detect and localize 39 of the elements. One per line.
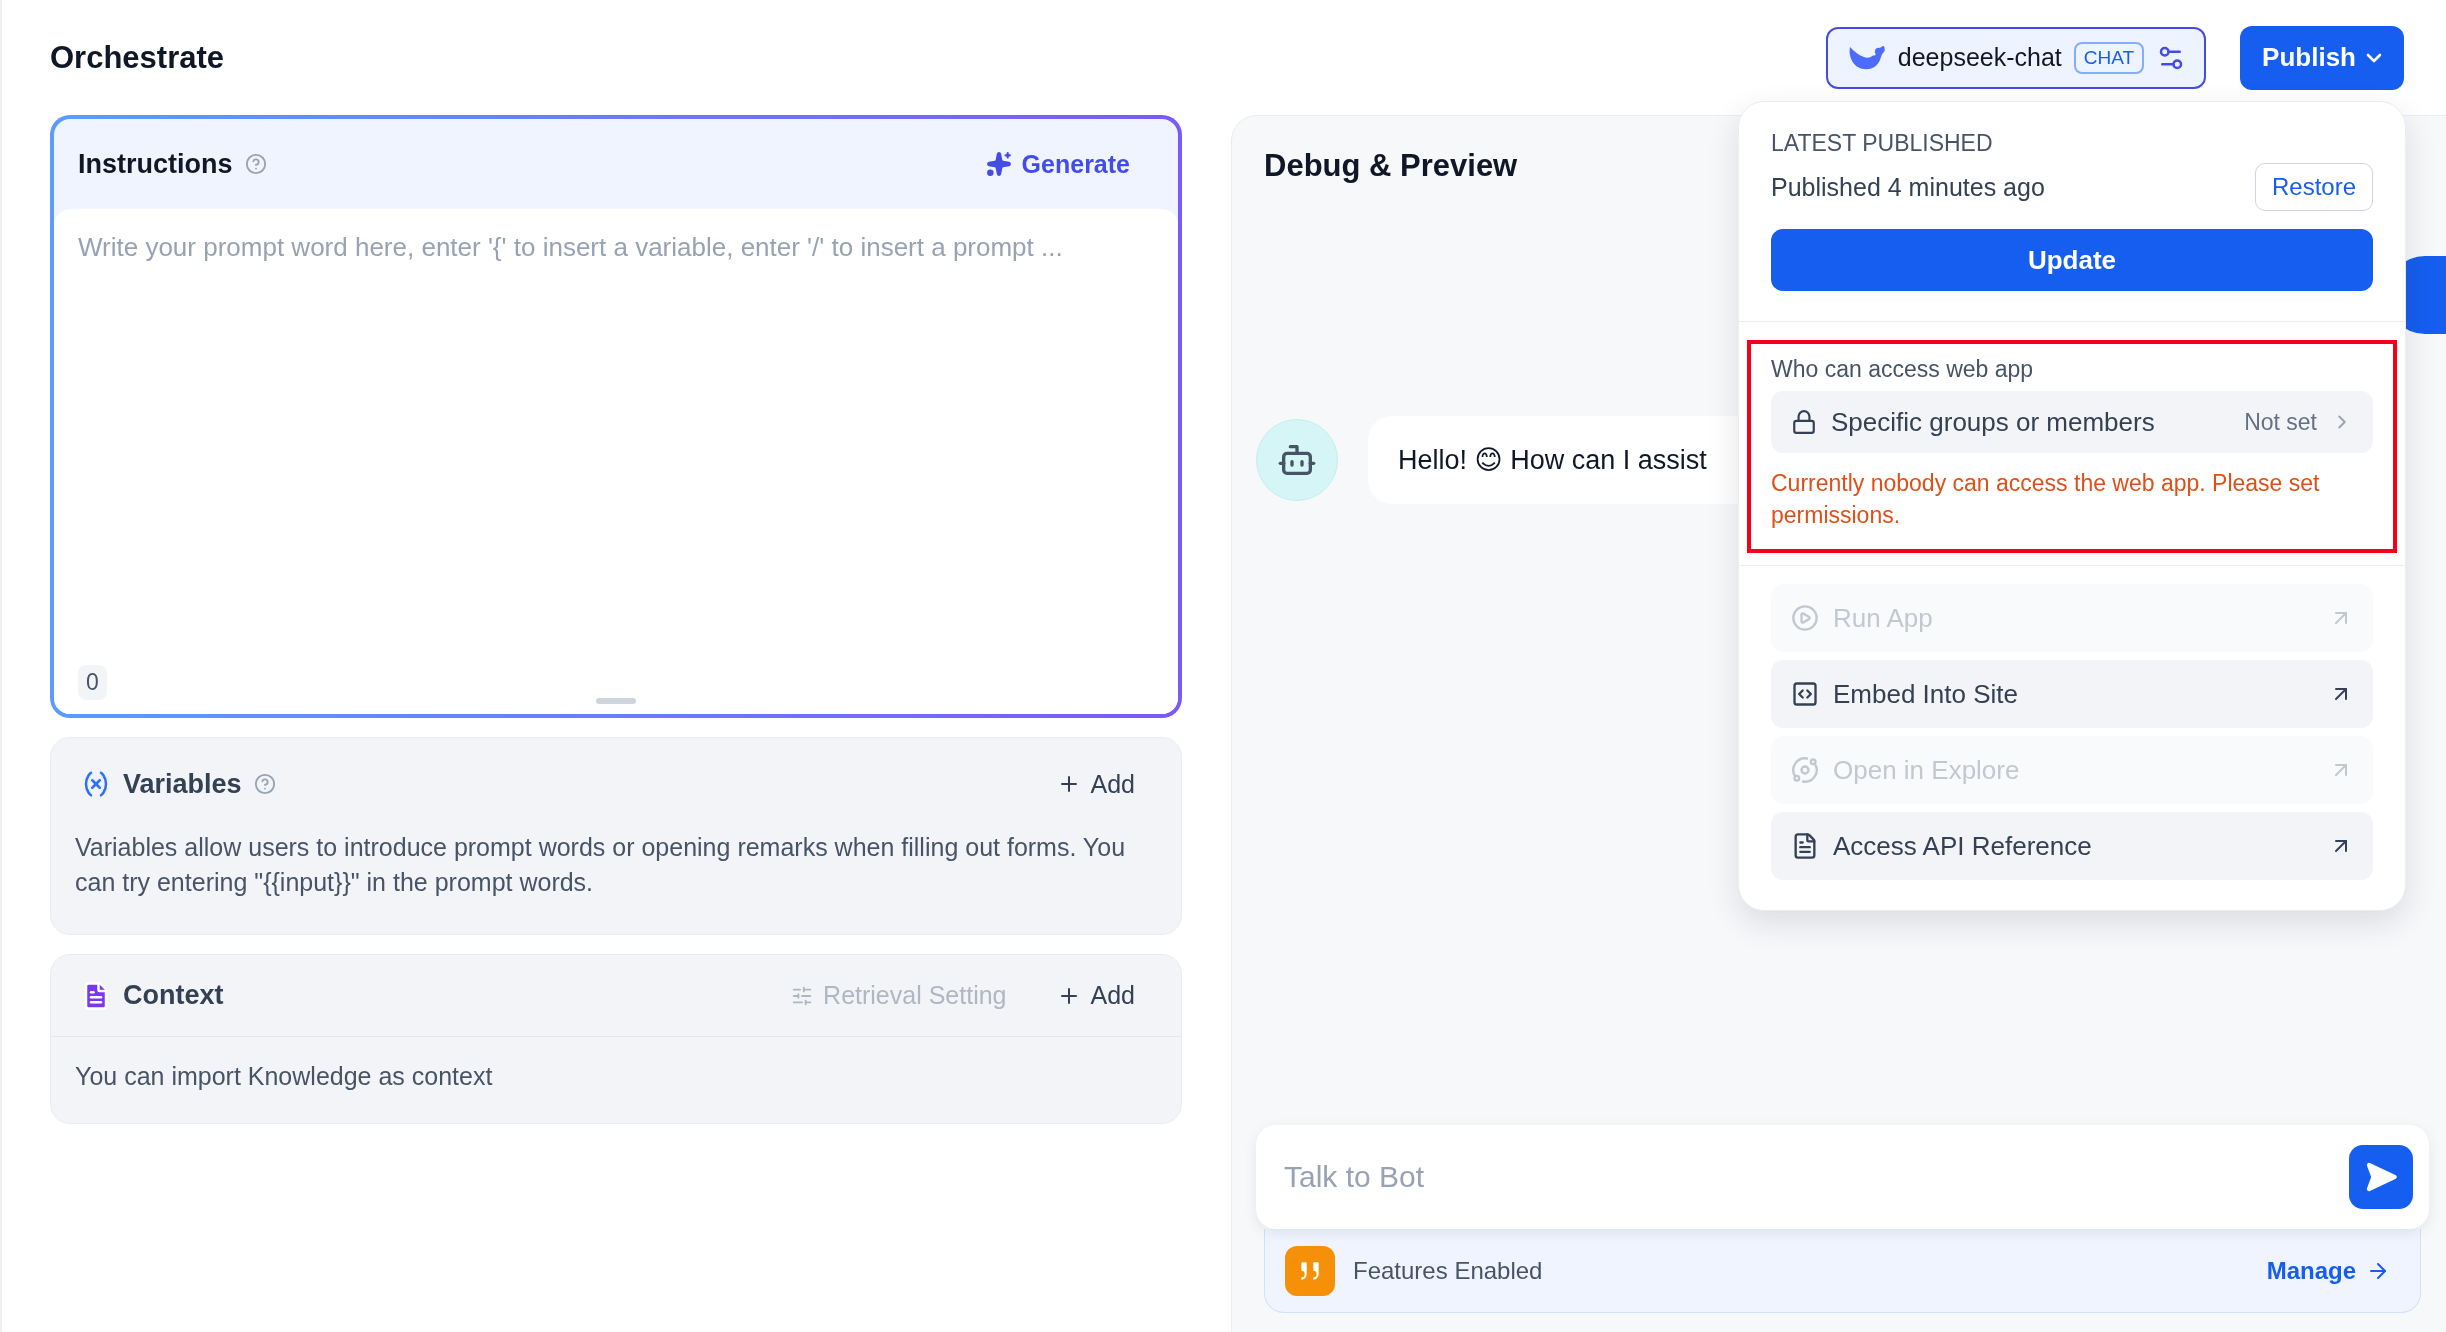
chevron-down-icon	[2366, 52, 2382, 63]
context-description: You can import Knowledge as context	[74, 1061, 494, 1092]
help-icon	[253, 773, 276, 795]
latest-published-label: LATEST PUBLISHED	[1771, 130, 1994, 157]
code-window-icon	[1791, 680, 1819, 709]
lock-icon	[1791, 409, 1817, 435]
add-variable-button[interactable]: Add	[1056, 769, 1135, 799]
debug-title: Debug & Preview	[1264, 148, 1518, 184]
restore-button[interactable]: Restore	[2254, 163, 2373, 211]
generate-button[interactable]: Generate	[985, 149, 1130, 179]
model-selector[interactable]: deepseek-chat CHAT	[1825, 26, 2207, 89]
access-warning: Currently nobody can access the web app. Please set permissions.	[1771, 469, 2321, 531]
send-button[interactable]	[2349, 1145, 2413, 1209]
menu-item[interactable]: Embed Into Site	[1771, 660, 2373, 729]
instructions-title: Instructions	[78, 148, 233, 180]
resize-handle[interactable]	[596, 698, 636, 704]
add-context-button[interactable]: Add	[1056, 981, 1135, 1010]
play-circle-icon	[1791, 604, 1819, 633]
publish-button[interactable]: Publish	[2240, 25, 2404, 90]
chat-input[interactable]: Talk to Bot	[1256, 1125, 2429, 1229]
manage-link[interactable]: Manage	[2266, 1256, 2390, 1285]
send-icon	[2364, 1160, 2398, 1194]
features-label: Features Enabled	[1353, 1256, 1543, 1285]
context-title: Context	[123, 980, 224, 1011]
access-label: Who can access web app	[1771, 356, 2035, 383]
menu-item[interactable]: Access API Reference	[1771, 812, 2373, 881]
help-icon	[244, 153, 267, 175]
published-time: Published 4 minutes ago	[1771, 172, 2045, 202]
variables-title: Variables	[123, 768, 242, 800]
update-button[interactable]: Update	[1771, 229, 2373, 291]
access-selector[interactable]: Specific groups or members Not set	[1771, 391, 2373, 453]
orbit-icon	[1791, 756, 1819, 785]
sliders-icon	[791, 984, 814, 1007]
page-title: Orchestrate	[50, 39, 225, 76]
sparkle-icon	[985, 151, 1012, 177]
variables-description: Variables allow users to introduce prompt words or opening remarks when filling out forms. You can try entering "{{input}}" in the prompt words.	[74, 832, 1127, 898]
character-count: 0	[78, 665, 107, 700]
quote-icon	[1285, 1245, 1335, 1296]
mode-badge: CHAT	[2073, 41, 2145, 74]
